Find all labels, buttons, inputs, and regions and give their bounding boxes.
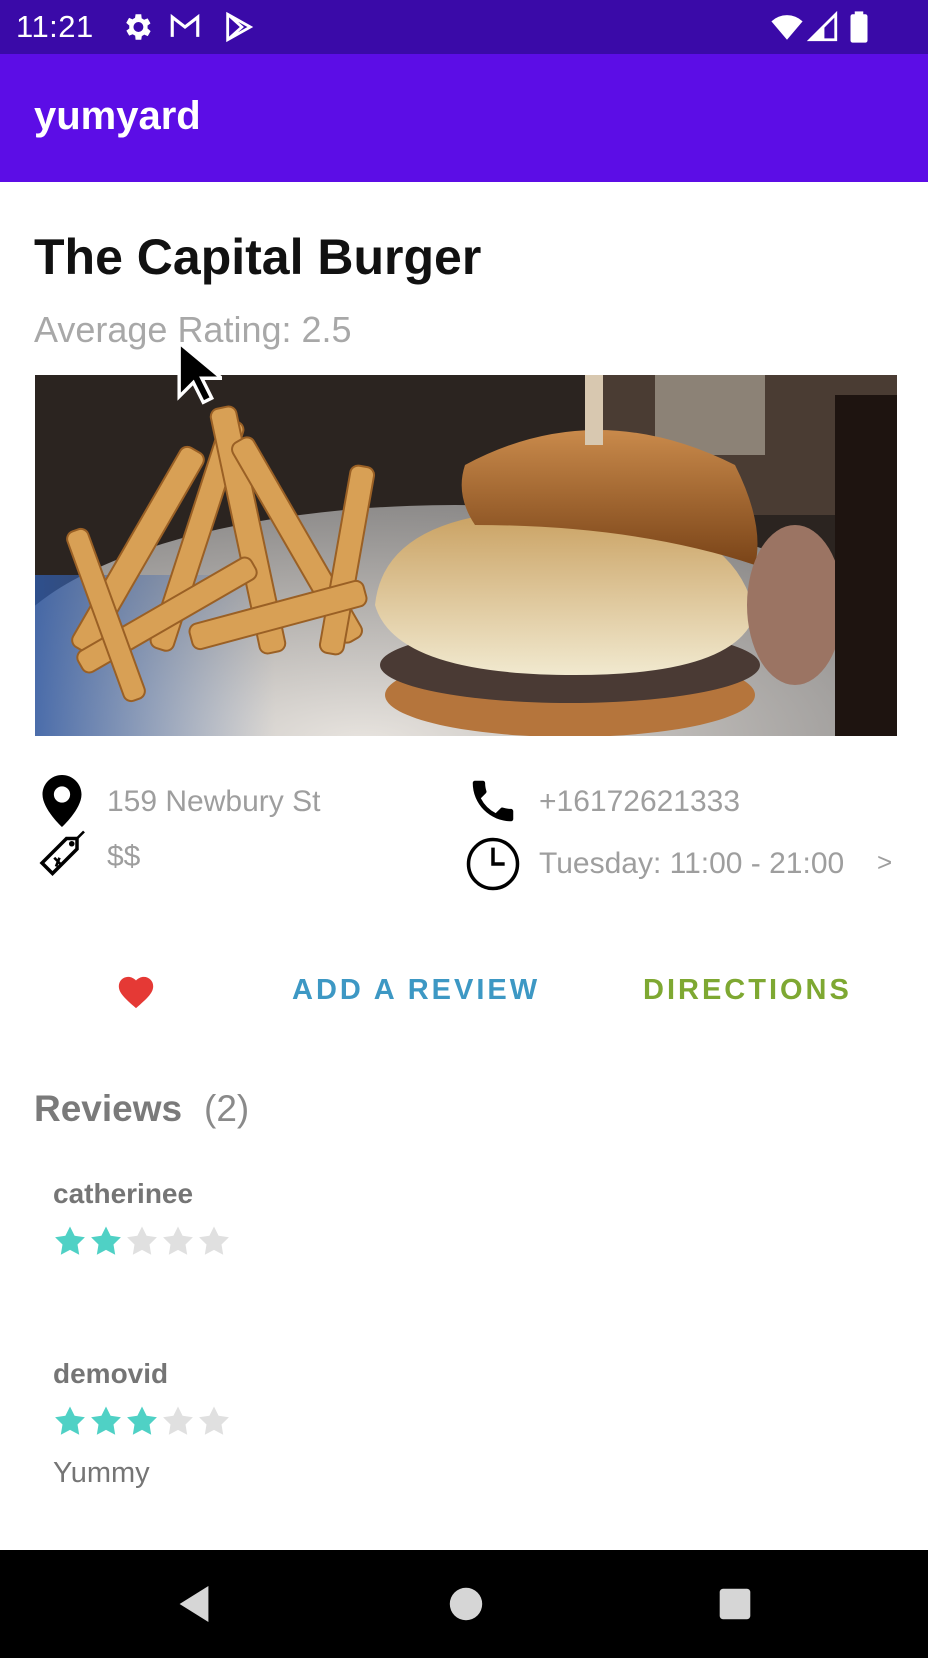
- hours-expand-chevron[interactable]: >: [877, 847, 892, 878]
- wifi-icon: [771, 15, 803, 40]
- location-pin-icon: [42, 775, 82, 827]
- home-icon[interactable]: [448, 1586, 484, 1622]
- reviews-heading: Reviews: [34, 1088, 183, 1129]
- star-filled-icon: [55, 1226, 85, 1255]
- star-filled-icon: [55, 1406, 85, 1435]
- star-filled-icon: [127, 1406, 157, 1435]
- add-review-button[interactable]: ADD A REVIEW: [292, 974, 540, 1007]
- star-empty-icon: [127, 1226, 157, 1255]
- burger-fries-image: [35, 375, 897, 736]
- play-store-icon: [226, 11, 254, 43]
- signal-icon: [806, 10, 838, 42]
- mouse-cursor-icon: [177, 340, 222, 405]
- clock-icon: [466, 837, 520, 891]
- gmail-icon: [170, 13, 200, 37]
- price-level-text: $$: [107, 840, 141, 873]
- review-username: catherinee: [53, 1178, 194, 1209]
- star-empty-icon: [199, 1406, 229, 1435]
- star-filled-icon: [91, 1406, 121, 1435]
- restaurant-photo: [35, 375, 897, 736]
- heart-icon[interactable]: [116, 973, 156, 1009]
- back-icon[interactable]: [176, 1584, 212, 1624]
- system-nav-bar: [0, 1550, 928, 1658]
- review-star-rating: [55, 1226, 229, 1255]
- app-bar: yumyard: [0, 54, 928, 182]
- star-filled-icon: [91, 1226, 121, 1255]
- review-text: Yummy: [53, 1457, 150, 1489]
- status-bar: 11:21: [0, 0, 928, 54]
- status-time: 11:21: [16, 9, 94, 44]
- gear-icon: [126, 14, 151, 40]
- star-empty-icon: [163, 1406, 193, 1435]
- phone-icon: [472, 780, 514, 822]
- phone-number-text[interactable]: +16172621333: [539, 785, 740, 819]
- review-star-rating: [55, 1406, 229, 1435]
- restaurant-name: The Capital Burger: [34, 229, 482, 285]
- reviews-count: (2): [204, 1088, 250, 1129]
- star-empty-icon: [199, 1226, 229, 1255]
- review-username: demovid: [53, 1358, 169, 1389]
- price-tag-icon: [39, 830, 85, 876]
- address-text[interactable]: 159 Newbury St: [107, 785, 320, 819]
- recents-icon[interactable]: [718, 1587, 752, 1621]
- star-empty-icon: [163, 1226, 193, 1255]
- directions-button[interactable]: DIRECTIONS: [643, 974, 852, 1007]
- hours-text[interactable]: Tuesday: 11:00 - 21:00: [539, 847, 844, 881]
- battery-icon: [850, 11, 868, 43]
- app-title: yumyard: [34, 94, 201, 138]
